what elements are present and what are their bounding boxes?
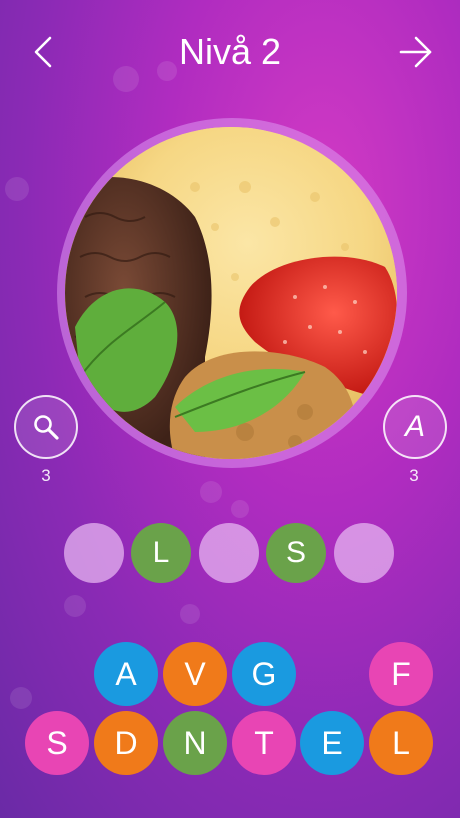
next-level-button[interactable] <box>394 30 438 74</box>
letter-key[interactable]: S <box>25 711 89 775</box>
background-bokeh <box>180 604 200 624</box>
background-bokeh <box>64 595 86 617</box>
letter-key[interactable]: V <box>163 642 227 706</box>
letter-key[interactable]: A <box>94 642 158 706</box>
letter-hint-count: 3 <box>409 466 419 485</box>
level-title: Nivå 2 <box>178 31 282 72</box>
letter-key[interactable]: L <box>369 711 433 775</box>
letter-a-icon: A <box>404 410 425 443</box>
answer-slot[interactable] <box>199 523 259 583</box>
letter-hint-button[interactable]: A <box>383 395 447 459</box>
arrow-right-icon <box>399 36 432 68</box>
background-bokeh <box>200 481 222 503</box>
letter-key[interactable]: T <box>232 711 296 775</box>
answer-slot[interactable]: L <box>131 523 191 583</box>
puzzle-image <box>65 127 397 459</box>
answer-slot[interactable]: S <box>266 523 326 583</box>
top-bar: Nivå 2 <box>0 0 460 105</box>
letter-key[interactable]: G <box>232 642 296 706</box>
ice-cream-photo <box>65 127 397 459</box>
letter-key[interactable]: F <box>369 642 433 706</box>
magnifier-icon <box>34 415 59 440</box>
background-bokeh <box>5 177 29 201</box>
letter-key[interactable]: E <box>300 711 364 775</box>
reveal-hint-button[interactable] <box>14 395 78 459</box>
reveal-hint-count: 3 <box>41 466 51 485</box>
background-bokeh <box>10 687 32 709</box>
answer-slot[interactable] <box>334 523 394 583</box>
letter-key[interactable]: N <box>163 711 227 775</box>
letter-key[interactable]: D <box>94 711 158 775</box>
background-bokeh <box>231 500 249 518</box>
answer-slot[interactable] <box>64 523 124 583</box>
